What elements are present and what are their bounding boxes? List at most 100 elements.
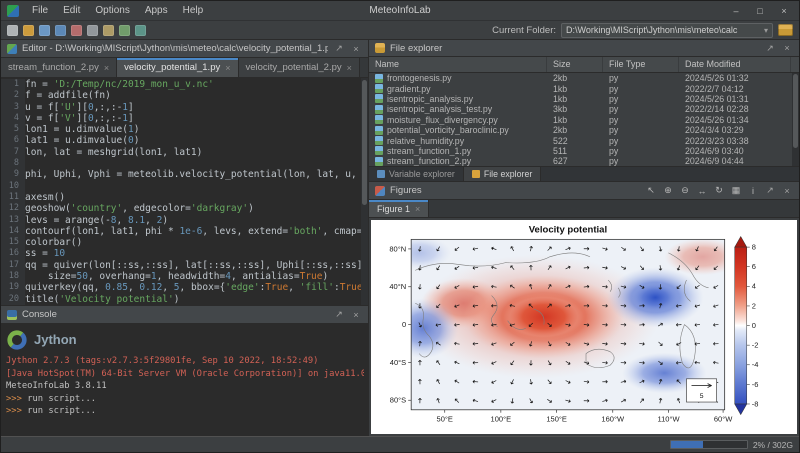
zoom-in-icon[interactable]: ⊕ xyxy=(662,185,674,196)
python-file-icon xyxy=(375,115,383,124)
close-icon[interactable]: × xyxy=(347,63,352,73)
close-panel-icon[interactable]: × xyxy=(350,310,362,320)
editor-panel-header: Editor - D:\Working\MIScript\Jython\mis\… xyxy=(1,40,368,58)
editor-tab-velocity-potential-2-py[interactable]: velocity_potential_2.py× xyxy=(239,58,360,77)
current-folder-combobox[interactable]: D:\Working\MIScript\Jython\mis\meteo\cal… xyxy=(561,23,773,38)
file-name-cell: stream_function_1.py xyxy=(369,146,547,156)
minimize-button[interactable]: – xyxy=(725,3,747,18)
file-cell: py xyxy=(603,94,679,104)
open-file-icon[interactable] xyxy=(23,25,34,36)
y-axis: 80°N40°N040°S80°S xyxy=(389,244,411,404)
menu-help[interactable]: Help xyxy=(176,3,211,18)
save-all-icon[interactable] xyxy=(55,25,66,36)
table-row[interactable]: moisture_flux_divergency.py1kbpy2024/5/2… xyxy=(369,115,791,125)
file-cell: py xyxy=(603,136,679,146)
file-cell: py xyxy=(603,156,679,166)
editor-tab-stream-function-2-py[interactable]: stream_function_2.py× xyxy=(1,58,117,77)
browse-folder-button[interactable] xyxy=(778,24,793,36)
y-tick-label: 0 xyxy=(402,320,406,329)
cut-icon[interactable] xyxy=(71,25,82,36)
line-number: 17 xyxy=(1,260,25,271)
table-row[interactable]: stream_function_1.py511py2024/6/9 03:40 xyxy=(369,146,791,156)
close-panel-icon[interactable]: × xyxy=(781,43,793,53)
menu-options[interactable]: Options xyxy=(88,3,136,18)
close-panel-icon[interactable]: × xyxy=(350,44,362,54)
table-row[interactable]: relative_humidity.py522py2022/3/23 03:38 xyxy=(369,135,791,145)
editor-scrollbar[interactable] xyxy=(361,78,368,305)
figures-panel: Figures ↖⊕⊖↔↻▦i ↗ × Figure 1 × xyxy=(369,182,799,436)
figure-tab[interactable]: Figure 1 × xyxy=(369,200,429,217)
scrollbar-thumb[interactable] xyxy=(793,74,798,148)
window-controls: –□× xyxy=(725,3,795,18)
code-area[interactable]: 1fn = 'D:/Temp/nc/2019_mon_u_v.nc'2f = a… xyxy=(1,79,361,305)
velocity-potential-plot[interactable]: Velocity potential xyxy=(371,220,797,434)
python-file-icon xyxy=(375,94,383,103)
file-cell: 2kb xyxy=(547,125,603,135)
select-arrow-icon[interactable]: ↖ xyxy=(645,185,657,196)
save-icon[interactable] xyxy=(39,25,50,36)
info-icon[interactable]: i xyxy=(747,186,759,196)
console-panel: Console ↗ × Jython Jython 2.7.3 (tags:v2… xyxy=(1,306,368,436)
code-text: size=50, overhang=1, headwidth=4, antial… xyxy=(25,271,328,282)
line-number: 20 xyxy=(1,294,25,305)
pan-icon[interactable]: ↔ xyxy=(696,186,708,196)
line-number: 14 xyxy=(1,226,25,237)
column-header-file-type[interactable]: File Type xyxy=(603,57,679,72)
paste-icon[interactable] xyxy=(103,25,114,36)
column-header-date-modified[interactable]: Date Modified xyxy=(679,57,791,72)
file-table-scrollbar[interactable] xyxy=(792,73,799,166)
colorbar-tick-label: 6 xyxy=(752,262,756,271)
code-line: 20title('Velocity potential') xyxy=(1,294,361,305)
float-panel-icon[interactable]: ↗ xyxy=(764,185,776,196)
menu-file[interactable]: File xyxy=(25,3,55,18)
menu-edit[interactable]: Edit xyxy=(56,3,87,18)
y-tick-label: 80°S xyxy=(390,396,406,405)
console-panel-header: Console ↗ × xyxy=(1,306,368,324)
explorer-tab-file-explorer[interactable]: File explorer xyxy=(464,167,541,181)
table-row[interactable]: stream_function_2.py627py2024/6/9 04:44 xyxy=(369,156,791,166)
float-panel-icon[interactable]: ↗ xyxy=(333,309,345,320)
close-button[interactable]: × xyxy=(773,3,795,18)
line-number: 13 xyxy=(1,215,25,226)
table-row[interactable]: frontogenesis.py2kbpy2024/5/26 01:32 xyxy=(369,73,791,83)
float-panel-icon[interactable]: ↗ xyxy=(333,43,345,54)
column-header-name[interactable]: Name xyxy=(369,57,547,72)
float-panel-icon[interactable]: ↗ xyxy=(764,43,776,54)
redo-icon[interactable] xyxy=(135,25,146,36)
code-editor[interactable]: 1fn = 'D:/Temp/nc/2019_mon_u_v.nc'2f = a… xyxy=(1,78,368,305)
copy-icon[interactable] xyxy=(87,25,98,36)
python-file-icon xyxy=(375,84,383,93)
right-column: File explorer ↗ × NameSizeFile TypeDate … xyxy=(369,40,799,436)
editor-icon xyxy=(7,44,17,54)
editor-tab-velocity-potential-1-py[interactable]: velocity_potential_1.py× xyxy=(117,58,238,77)
colorbar-tick-label: 8 xyxy=(752,243,756,252)
close-icon[interactable]: × xyxy=(104,63,109,73)
column-header-size[interactable]: Size xyxy=(547,57,603,72)
rotate-icon[interactable]: ↻ xyxy=(713,185,725,196)
close-icon[interactable]: × xyxy=(415,204,420,214)
memory-indicator: 2% / 302G xyxy=(670,440,793,450)
code-line: 18 size=50, overhang=1, headwidth=4, ant… xyxy=(1,271,361,282)
table-row[interactable]: gradient.py1kbpy2022/2/7 04:12 xyxy=(369,83,791,93)
table-row[interactable]: isentropic_analysis.py1kbpy2024/5/26 01:… xyxy=(369,94,791,104)
table-row[interactable]: isentropic_analysis_test.py3kbpy2022/2/1… xyxy=(369,104,791,114)
file-cell: 1kb xyxy=(547,94,603,104)
maximize-button[interactable]: □ xyxy=(749,3,771,18)
menu-apps[interactable]: Apps xyxy=(138,3,175,18)
new-script-icon[interactable] xyxy=(7,25,18,36)
explorer-tab-variable-explorer[interactable]: Variable explorer xyxy=(369,167,464,181)
console-body[interactable]: Jython Jython 2.7.3 (tags:v2.7.3:5f29801… xyxy=(1,324,368,436)
file-cell: py xyxy=(603,115,679,125)
undo-icon[interactable] xyxy=(119,25,130,36)
code-text: ss = 10 xyxy=(25,248,65,259)
zoom-out-icon[interactable]: ⊖ xyxy=(679,185,691,196)
close-panel-icon[interactable]: × xyxy=(781,186,793,196)
line-number: 12 xyxy=(1,203,25,214)
scrollbar-thumb[interactable] xyxy=(362,80,367,205)
close-icon[interactable]: × xyxy=(225,63,230,73)
code-text: f = addfile(fn) xyxy=(25,90,111,101)
python-file-icon xyxy=(375,126,383,135)
x-axis: 50°E100°E150°E160°W110°W60°W xyxy=(437,410,733,424)
table-row[interactable]: potential_vorticity_baroclinic.py2kbpy20… xyxy=(369,125,791,135)
grid-icon[interactable]: ▦ xyxy=(730,185,742,196)
